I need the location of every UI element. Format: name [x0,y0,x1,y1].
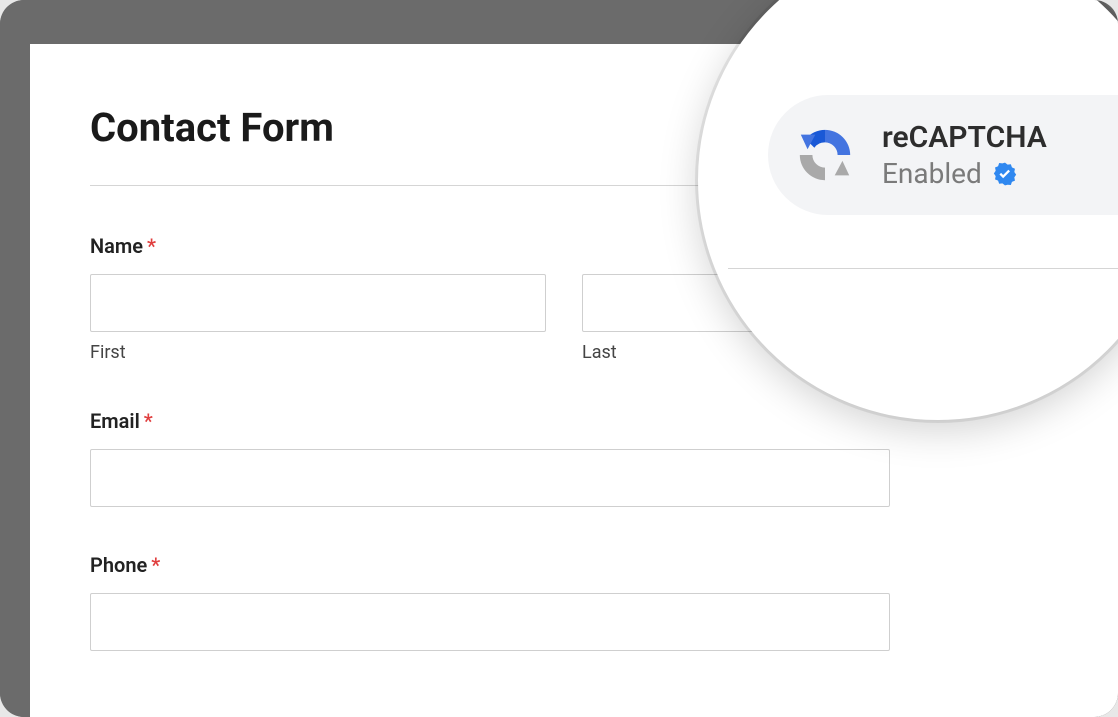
phone-field-group: Phone* [90,553,1038,651]
phone-label: Phone* [90,553,160,577]
email-label-text: Email [90,409,140,433]
phone-label-text: Phone [90,553,147,577]
required-marker: * [151,553,160,577]
email-label: Email* [90,409,153,433]
recaptcha-status: Enabled [882,156,982,191]
recaptcha-icon [794,124,856,186]
recaptcha-title: reCAPTCHA [882,119,1047,157]
name-label-text: Name [90,234,143,258]
verified-check-icon [992,161,1018,187]
magnifier-divider [728,268,1118,269]
magnifier-zoom: reCAPTCHA Enabled [698,0,1118,420]
outer-chrome: Contact Form Name* First Last [0,0,1118,717]
required-marker: * [144,409,153,433]
email-field-group: Email* [90,409,1038,507]
phone-input[interactable] [90,593,890,651]
name-label: Name* [90,234,156,258]
first-sublabel: First [90,342,546,363]
screenshot-frame: Contact Form Name* First Last [0,0,1118,717]
required-marker: * [147,234,156,258]
recaptcha-badge[interactable]: reCAPTCHA Enabled [768,95,1118,215]
email-input[interactable] [90,449,890,507]
first-name-input[interactable] [90,274,546,332]
